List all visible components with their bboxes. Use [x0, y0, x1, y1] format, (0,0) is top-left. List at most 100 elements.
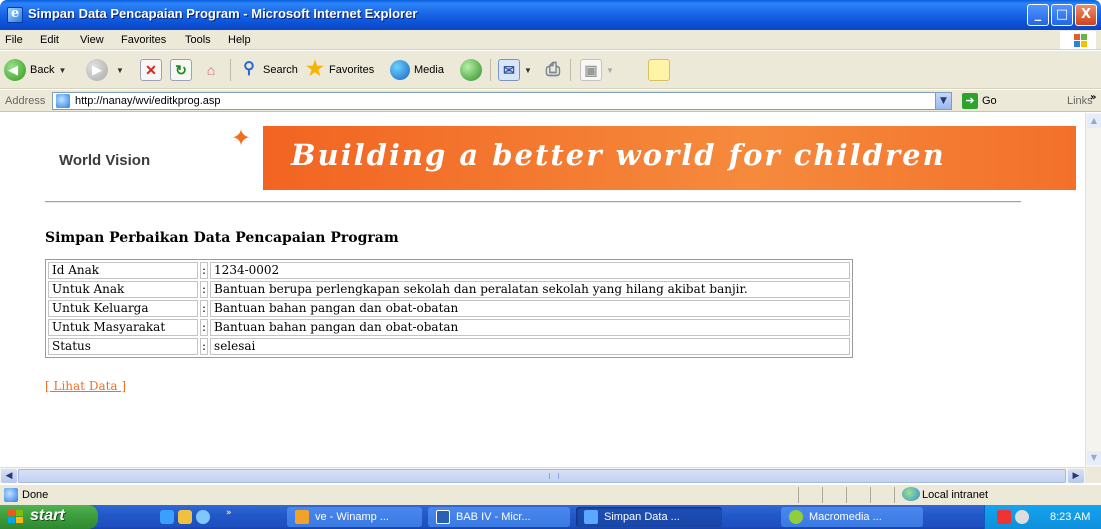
back-arrow-icon [4, 59, 26, 81]
tray-flag-icon[interactable] [997, 510, 1011, 524]
row-value: Bantuan bahan pangan dan obat-obatan [210, 300, 851, 317]
chevron-down-icon[interactable]: ▼ [935, 93, 951, 109]
status-text: Done [22, 489, 49, 501]
minimize-button[interactable]: _ [1027, 4, 1049, 26]
scroll-down-icon[interactable]: ▼ [1087, 451, 1101, 465]
scroll-right-icon[interactable]: ▶ [1068, 469, 1084, 483]
maximize-button[interactable]: □ [1051, 4, 1073, 26]
task-macromedia[interactable]: Macromedia ... [781, 507, 923, 527]
chevron-down-icon[interactable]: ▼ [606, 66, 614, 75]
go-button[interactable]: ➔ Go [962, 93, 997, 109]
toolbar-separator [230, 59, 231, 81]
view-data-link[interactable]: [ Lihat Data ] [45, 379, 126, 393]
title-bar: Simpan Data Pencapaian Program - Microso… [0, 0, 1101, 30]
menu-edit[interactable]: Edit [40, 34, 59, 46]
program-data-table: Id Anak : 1234-0002 Untuk Anak : Bantuan… [45, 259, 854, 358]
stop-button[interactable]: ✕ [140, 57, 162, 83]
task-label: BAB IV - Micr... [456, 511, 531, 523]
edit-icon: ▣ [580, 59, 602, 81]
folder-quicklaunch-icon[interactable] [178, 510, 192, 524]
table-row: Untuk Anak : Bantuan berupa perlengkapan… [48, 281, 851, 298]
menu-favorites[interactable]: Favorites [121, 34, 166, 46]
forward-arrow-icon [86, 59, 108, 81]
refresh-button[interactable]: ↻ [170, 57, 192, 83]
toolbar-separator [490, 59, 491, 81]
start-button[interactable]: start [0, 505, 98, 529]
go-arrow-icon: ➔ [962, 93, 978, 109]
star-icon: ✦ [231, 124, 252, 152]
clock[interactable]: 8:23 AM [1050, 511, 1090, 523]
logo-text: World Vision [59, 152, 151, 169]
favorites-button[interactable]: ★ Favorites [304, 57, 374, 83]
row-label: Status [48, 338, 198, 355]
go-label: Go [982, 95, 997, 107]
address-input[interactable]: http://nanay/wvi/editkprog.asp ▼ [52, 92, 952, 110]
page-done-icon [4, 488, 18, 502]
media-button[interactable]: Media [390, 57, 444, 83]
task-label: Simpan Data ... [604, 511, 680, 523]
scrollbar-thumb[interactable] [18, 469, 1066, 483]
menu-view[interactable]: View [80, 34, 104, 46]
row-label: Untuk Masyarakat [48, 319, 198, 336]
world-vision-logo: World Vision ✦ [45, 126, 263, 190]
home-icon: ⌂ [200, 59, 222, 81]
edit-button[interactable]: ▣ ▼ [580, 57, 614, 83]
ie-icon [584, 510, 598, 524]
row-separator: : [200, 319, 209, 336]
browser-quicklaunch-icon[interactable] [196, 510, 210, 524]
ie-quicklaunch-icon[interactable] [160, 510, 174, 524]
horizontal-scrollbar[interactable]: ◀ ▶ [0, 467, 1085, 483]
scroll-left-icon[interactable]: ◀ [1, 469, 17, 483]
row-label: Id Anak [48, 262, 198, 279]
search-icon: ⚲ [243, 60, 255, 77]
status-pane [894, 487, 895, 503]
history-button[interactable] [460, 57, 486, 83]
menu-file[interactable]: File [5, 34, 23, 46]
links-label[interactable]: Links [1067, 95, 1093, 107]
chevron-right-icon[interactable]: » [1090, 92, 1096, 103]
favorites-label: Favorites [329, 64, 375, 76]
mail-button[interactable]: ✉ ▼ [498, 57, 532, 83]
home-button[interactable]: ⌂ [200, 57, 222, 83]
windows-logo-icon [1060, 31, 1096, 49]
task-winamp[interactable]: ve - Winamp ... [287, 507, 422, 527]
vertical-scrollbar[interactable]: ▲ ▼ [1085, 113, 1101, 467]
standard-toolbar: Back ▼ ▼ ✕ ↻ ⌂ ⚲ Search ★ Favorites Medi… [0, 51, 1101, 89]
winamp-icon [295, 510, 309, 524]
back-button[interactable]: Back ▼ [4, 57, 66, 83]
tray-volume-icon[interactable] [1015, 510, 1029, 524]
chevron-down-icon[interactable]: ▼ [524, 66, 532, 75]
header-banner: World Vision ✦ Building a better world f… [45, 126, 1076, 190]
print-button[interactable]: ⎙ [542, 57, 564, 83]
task-ie-simpan[interactable]: Simpan Data ... [576, 507, 722, 527]
scroll-up-icon[interactable]: ▲ [1087, 114, 1101, 128]
task-word[interactable]: BAB IV - Micr... [428, 507, 570, 527]
status-pane [822, 487, 823, 503]
row-separator: : [200, 300, 209, 317]
chevron-right-icon[interactable]: » [226, 508, 232, 518]
macromedia-icon [789, 510, 803, 524]
task-label: ve - Winamp ... [315, 511, 389, 523]
address-url[interactable]: http://nanay/wvi/editkprog.asp [75, 95, 221, 107]
chevron-down-icon[interactable]: ▼ [58, 66, 66, 75]
close-button[interactable]: X [1075, 4, 1097, 26]
start-label: start [30, 507, 65, 524]
row-separator: : [200, 262, 209, 279]
word-icon [436, 510, 450, 524]
messenger-button[interactable] [648, 57, 670, 83]
ie-icon[interactable] [7, 6, 23, 23]
back-label: Back [30, 64, 55, 76]
forward-button[interactable]: ▼ [86, 57, 124, 83]
search-label: Search [263, 64, 298, 76]
address-label: Address [5, 95, 46, 107]
row-value: Bantuan bahan pangan dan obat-obatan [210, 319, 851, 336]
row-label: Untuk Keluarga [48, 300, 198, 317]
menu-help[interactable]: Help [228, 34, 251, 46]
row-value: Bantuan berupa perlengkapan sekolah dan … [210, 281, 851, 298]
menu-tools[interactable]: Tools [185, 34, 211, 46]
task-label: Macromedia ... [809, 511, 882, 523]
page-icon [56, 94, 70, 108]
status-pane [798, 487, 799, 503]
search-button[interactable]: ⚲ Search [238, 57, 298, 83]
chevron-down-icon[interactable]: ▼ [116, 66, 124, 75]
